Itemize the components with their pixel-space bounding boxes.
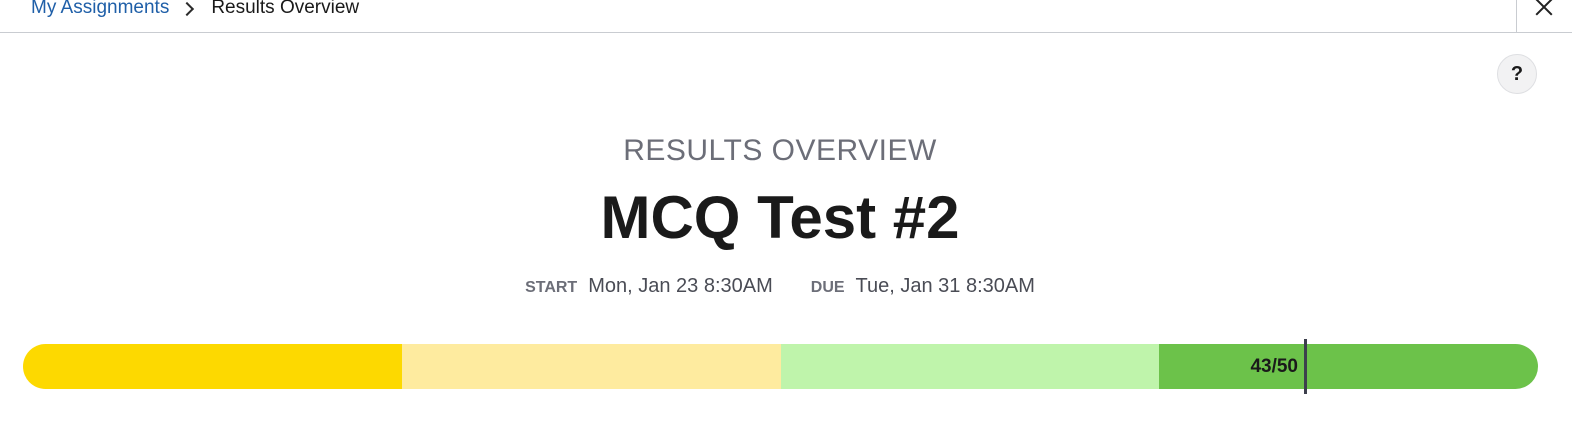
due-date: Tue, Jan 31 8:30AM: [855, 275, 1035, 297]
score-marker: [1304, 339, 1307, 394]
chevron-right-icon: [180, 1, 195, 17]
help-button[interactable]: ?: [1497, 54, 1537, 94]
assignment-dates: START Mon, Jan 23 8:30AM DUE Tue, Jan 31…: [0, 273, 1560, 301]
breadcrumb-current: Results Overview: [211, 0, 360, 18]
score-label: 43/50: [1250, 356, 1298, 377]
start-date: Mon, Jan 23 8:30AM: [588, 275, 773, 297]
breadcrumb: My Assignments Results Overview: [31, 0, 359, 20]
score-band-2: [401, 344, 781, 389]
top-bar: My Assignments Results Overview: [0, 0, 1572, 33]
start-label: START: [525, 279, 578, 296]
score-band-1: [23, 344, 402, 389]
score-band-3: [780, 344, 1160, 389]
page-subtitle: RESULTS OVERVIEW: [623, 134, 937, 167]
score-bar: [23, 344, 1538, 389]
due-label: DUE: [810, 279, 845, 296]
breadcrumb-link-my-assignments[interactable]: My Assignments: [31, 0, 169, 20]
close-icon[interactable]: [1516, 0, 1572, 32]
page-title: MCQ Test #2: [600, 184, 960, 251]
score-band-4: [1159, 344, 1538, 389]
help-icon: ?: [1510, 62, 1524, 85]
